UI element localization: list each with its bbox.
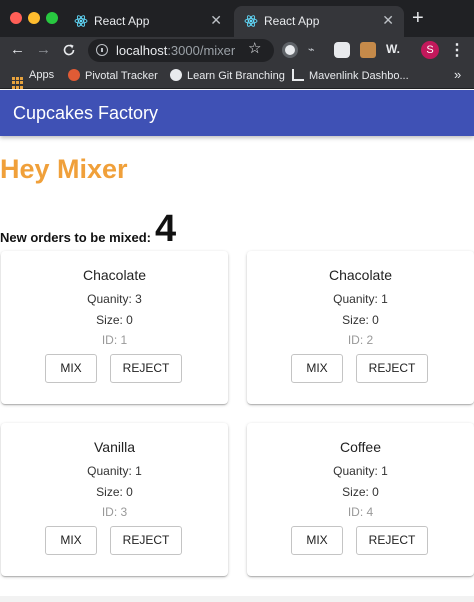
- browser-tab[interactable]: React App ✕: [64, 6, 232, 37]
- react-icon: [244, 15, 258, 27]
- browser-tab-bar: React App ✕ React App ✕ +: [0, 0, 474, 37]
- new-orders-count: 4: [155, 208, 177, 250]
- extension-ghost-icon[interactable]: [334, 42, 350, 58]
- reject-button[interactable]: REJECT: [110, 354, 182, 383]
- new-tab-button[interactable]: +: [412, 8, 424, 28]
- mix-button[interactable]: MIX: [291, 526, 343, 555]
- page-heading: Hey Mixer: [0, 154, 128, 184]
- bookmarks-overflow-icon[interactable]: »: [454, 67, 461, 82]
- maximize-window-button[interactable]: [46, 12, 58, 24]
- app-bar: Cupcakes Factory: [0, 90, 474, 136]
- url-text: localhost:3000/mixer: [116, 43, 235, 58]
- browser-toolbar: ← → localhost:3000/mixer ☆ ⌁ W. S ⋮: [0, 37, 474, 64]
- order-size: Size: 0: [342, 485, 379, 499]
- browser-tab-active[interactable]: React App ✕: [234, 6, 404, 37]
- bookmark-pivotal-tracker[interactable]: Pivotal Tracker: [68, 69, 158, 82]
- bookmark-star-icon[interactable]: ☆: [248, 39, 261, 57]
- apps-grid-icon: [12, 77, 24, 89]
- bookmarks-bar: Apps Pivotal Tracker Learn Git Branching…: [0, 64, 474, 89]
- bookmark-apps[interactable]: Apps: [12, 69, 54, 89]
- tab-title: React App: [94, 14, 150, 28]
- back-arrow-icon[interactable]: ←: [10, 40, 25, 60]
- close-tab-icon[interactable]: ✕: [210, 12, 222, 29]
- bookmark-label: Learn Git Branching: [187, 70, 285, 82]
- reject-button[interactable]: REJECT: [110, 526, 182, 555]
- order-flavor: Chacolate: [82, 267, 147, 283]
- mix-button[interactable]: MIX: [291, 354, 343, 383]
- react-icon: [74, 15, 88, 27]
- order-size: Size: 0: [96, 485, 133, 499]
- bookmark-mavenlink[interactable]: Mavenlink Dashbo...: [292, 69, 409, 82]
- mix-button[interactable]: MIX: [45, 354, 97, 383]
- mavenlink-icon: [292, 69, 304, 81]
- order-id: ID: 1: [101, 333, 128, 347]
- url-host: localhost: [116, 43, 168, 58]
- app-title: Cupcakes Factory: [13, 103, 159, 123]
- order-id: ID: 3: [101, 505, 128, 519]
- order-size: Size: 0: [96, 313, 133, 327]
- forward-arrow-icon[interactable]: →: [36, 40, 51, 60]
- extension-image-icon[interactable]: [360, 42, 376, 58]
- page-bottom-edge: [0, 596, 474, 602]
- bookmark-label: Pivotal Tracker: [85, 70, 158, 82]
- close-tab-icon[interactable]: ✕: [382, 12, 394, 29]
- bookmark-label: Apps: [29, 69, 55, 81]
- order-card: Vanilla Quanity: 1 Size: 0 ID: 3 MIX REJ…: [1, 423, 228, 576]
- info-icon[interactable]: [96, 44, 108, 56]
- mix-button[interactable]: MIX: [45, 526, 97, 555]
- order-id: ID: 2: [347, 333, 374, 347]
- globe-icon: [170, 69, 182, 81]
- tab-title: React App: [264, 14, 320, 28]
- extension-w-icon[interactable]: W.: [386, 42, 402, 58]
- more-menu-icon[interactable]: ⋮: [449, 40, 465, 60]
- profile-avatar[interactable]: S: [421, 41, 439, 59]
- order-id: ID: 4: [347, 505, 374, 519]
- order-quantity: Quanity: 1: [333, 464, 388, 478]
- close-window-button[interactable]: [10, 12, 22, 24]
- reload-icon[interactable]: [62, 43, 76, 57]
- order-card: Coffee Quanity: 1 Size: 0 ID: 4 MIX REJE…: [247, 423, 474, 576]
- minimize-window-button[interactable]: [28, 12, 40, 24]
- bookmark-label: Mavenlink Dashbo...: [309, 70, 409, 82]
- reject-button[interactable]: REJECT: [356, 526, 428, 555]
- order-size: Size: 0: [342, 313, 379, 327]
- order-card: Chacolate Quanity: 1 Size: 0 ID: 2 MIX R…: [247, 251, 474, 404]
- order-flavor: Vanilla: [94, 439, 135, 455]
- order-quantity: Quanity: 1: [87, 464, 142, 478]
- order-quantity: Quanity: 1: [333, 292, 388, 306]
- order-card: Chacolate Quanity: 3 Size: 0 ID: 1 MIX R…: [1, 251, 228, 404]
- order-flavor: Coffee: [340, 439, 381, 455]
- order-flavor: Chacolate: [328, 267, 393, 283]
- reject-button[interactable]: REJECT: [356, 354, 428, 383]
- new-orders-label: New orders to be mixed:: [0, 230, 151, 245]
- url-path: :3000/mixer: [167, 43, 236, 58]
- order-quantity: Quanity: 3: [87, 292, 142, 306]
- address-bar[interactable]: localhost:3000/mixer: [88, 39, 274, 62]
- extension-link-icon[interactable]: ⌁: [308, 43, 324, 59]
- bookmark-learn-git-branching[interactable]: Learn Git Branching: [170, 69, 285, 82]
- extension-circle-icon[interactable]: [282, 42, 298, 58]
- pivotal-tracker-icon: [68, 69, 80, 81]
